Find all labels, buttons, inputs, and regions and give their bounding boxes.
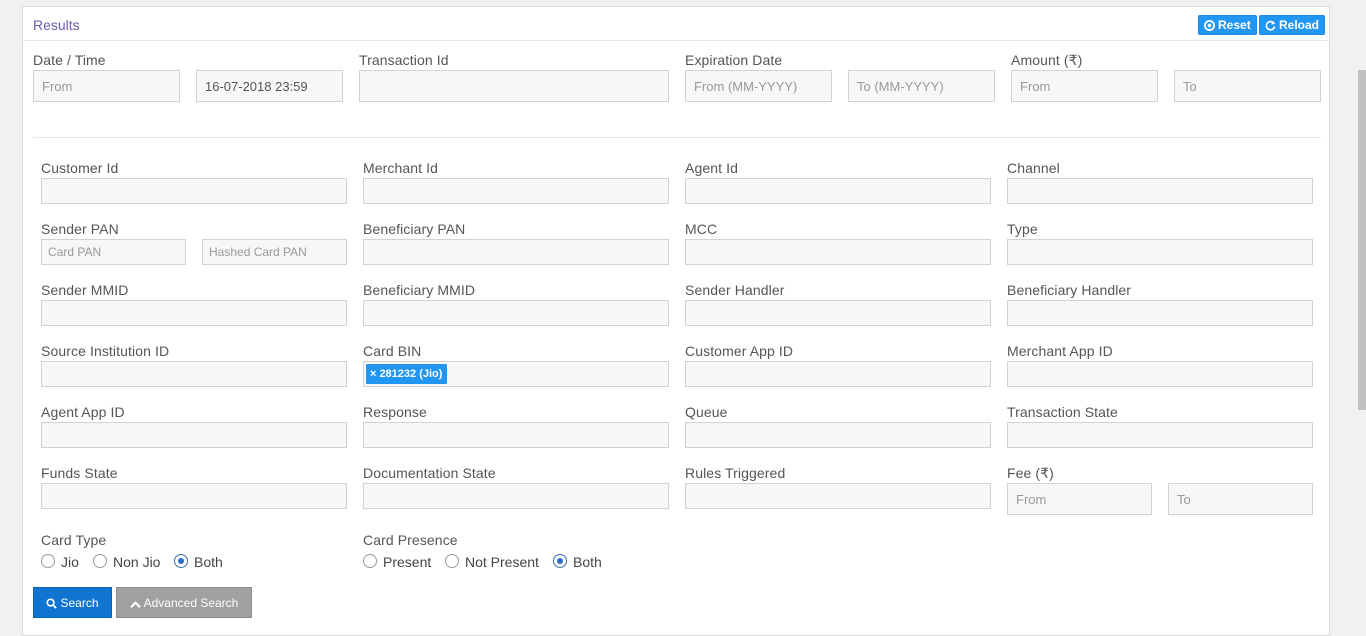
expiration-to-input[interactable] bbox=[848, 70, 995, 102]
rules-triggered-label: Rules Triggered bbox=[685, 465, 786, 481]
queue-label: Queue bbox=[685, 404, 728, 420]
amount-to-input[interactable] bbox=[1174, 70, 1321, 102]
card-type-label: Card Type bbox=[41, 532, 107, 548]
merchant-app-id-label: Merchant App ID bbox=[1007, 343, 1113, 359]
date-time-label: Date / Time bbox=[33, 52, 106, 68]
funds-state-input[interactable] bbox=[41, 483, 347, 509]
card-bin-chip[interactable]: × 281232 (Jio) bbox=[366, 364, 448, 384]
card-type-both-radio[interactable] bbox=[174, 554, 188, 568]
reload-label: Reload bbox=[1279, 18, 1320, 32]
card-type-both-label: Both bbox=[194, 554, 223, 570]
reload-button[interactable]: Reload bbox=[1259, 15, 1326, 35]
card-bin-label: Card BIN bbox=[363, 343, 422, 359]
card-pan-input[interactable] bbox=[41, 239, 186, 265]
merchant-app-id-input[interactable] bbox=[1007, 361, 1313, 387]
fee-to-input[interactable] bbox=[1168, 483, 1313, 515]
transaction-id-input[interactable] bbox=[359, 70, 669, 102]
card-presence-not-present-label: Not Present bbox=[465, 554, 539, 570]
sender-handler-input[interactable] bbox=[685, 300, 991, 326]
search-button[interactable]: Search bbox=[33, 587, 112, 618]
agent-app-id-input[interactable] bbox=[41, 422, 347, 448]
reset-label: Reset bbox=[1218, 18, 1251, 32]
beneficiary-handler-input[interactable] bbox=[1007, 300, 1313, 326]
source-institution-id-input[interactable] bbox=[41, 361, 347, 387]
expiration-date-label: Expiration Date bbox=[685, 52, 783, 68]
sender-pan-label: Sender PAN bbox=[41, 221, 119, 237]
panel-title: Results bbox=[33, 17, 80, 33]
search-label: Search bbox=[60, 596, 99, 610]
agent-id-label: Agent Id bbox=[685, 160, 738, 176]
card-type-jio-label: Jio bbox=[61, 554, 79, 570]
type-input[interactable] bbox=[1007, 239, 1313, 265]
section-divider bbox=[33, 137, 1321, 138]
reset-button[interactable]: Reset bbox=[1198, 15, 1257, 35]
channel-label: Channel bbox=[1007, 160, 1060, 176]
card-type-non-jio-radio[interactable] bbox=[93, 554, 107, 568]
card-bin-chip-label: 281232 (Jio) bbox=[379, 368, 443, 380]
mcc-input[interactable] bbox=[685, 239, 991, 265]
card-type-non-jio-label: Non Jio bbox=[113, 554, 161, 570]
amount-label: Amount (₹) bbox=[1011, 52, 1083, 68]
type-label: Type bbox=[1007, 221, 1038, 237]
date-to-input[interactable] bbox=[196, 70, 343, 102]
card-type-jio-radio[interactable] bbox=[41, 554, 55, 568]
channel-input[interactable] bbox=[1007, 178, 1313, 204]
fee-from-input[interactable] bbox=[1007, 483, 1152, 515]
funds-state-label: Funds State bbox=[41, 465, 118, 481]
fee-label: Fee (₹) bbox=[1007, 465, 1054, 481]
beneficiary-pan-label: Beneficiary PAN bbox=[363, 221, 466, 237]
advanced-search-label: Advanced Search bbox=[143, 596, 239, 610]
rules-triggered-input[interactable] bbox=[685, 483, 991, 509]
transaction-state-label: Transaction State bbox=[1007, 404, 1118, 420]
card-presence-present-label: Present bbox=[383, 554, 432, 570]
card-presence-present-radio[interactable] bbox=[363, 554, 377, 568]
card-presence-label: Card Presence bbox=[363, 532, 458, 548]
transaction-id-label: Transaction Id bbox=[359, 52, 449, 68]
beneficiary-mmid-input[interactable] bbox=[363, 300, 669, 326]
scrollbar[interactable] bbox=[1358, 70, 1366, 410]
customer-app-id-label: Customer App ID bbox=[685, 343, 794, 359]
beneficiary-mmid-label: Beneficiary MMID bbox=[363, 282, 476, 298]
chip-remove-icon[interactable]: × bbox=[370, 368, 376, 380]
card-presence-not-present-radio[interactable] bbox=[445, 554, 459, 568]
transaction-state-input[interactable] bbox=[1007, 422, 1313, 448]
reset-icon bbox=[1204, 20, 1215, 31]
hashed-card-pan-input[interactable] bbox=[202, 239, 347, 265]
documentation-state-input[interactable] bbox=[363, 483, 669, 509]
response-input[interactable] bbox=[363, 422, 669, 448]
customer-app-id-input[interactable] bbox=[685, 361, 991, 387]
sender-mmid-label: Sender MMID bbox=[41, 282, 129, 298]
source-institution-id-label: Source Institution ID bbox=[41, 343, 170, 359]
customer-id-input[interactable] bbox=[41, 178, 347, 204]
panel-header: Results Reset Reload bbox=[23, 7, 1329, 41]
search-icon bbox=[46, 598, 58, 609]
beneficiary-handler-label: Beneficiary Handler bbox=[1007, 282, 1132, 298]
customer-id-label: Customer Id bbox=[41, 160, 119, 176]
merchant-id-label: Merchant Id bbox=[363, 160, 439, 176]
expiration-from-input[interactable] bbox=[685, 70, 832, 102]
chevron-up-icon bbox=[129, 601, 141, 609]
advanced-search-button[interactable]: Advanced Search bbox=[116, 587, 252, 618]
amount-from-input[interactable] bbox=[1011, 70, 1158, 102]
sender-handler-label: Sender Handler bbox=[685, 282, 785, 298]
beneficiary-pan-input[interactable] bbox=[363, 239, 669, 265]
card-presence-both-label: Both bbox=[573, 554, 602, 570]
date-from-input[interactable] bbox=[33, 70, 180, 102]
response-label: Response bbox=[363, 404, 427, 420]
reload-icon bbox=[1265, 20, 1276, 31]
documentation-state-label: Documentation State bbox=[363, 465, 496, 481]
sender-mmid-input[interactable] bbox=[41, 300, 347, 326]
card-presence-both-radio[interactable] bbox=[553, 554, 567, 568]
agent-id-input[interactable] bbox=[685, 178, 991, 204]
merchant-id-input[interactable] bbox=[363, 178, 669, 204]
mcc-label: MCC bbox=[685, 221, 718, 237]
agent-app-id-label: Agent App ID bbox=[41, 404, 125, 420]
queue-input[interactable] bbox=[685, 422, 991, 448]
